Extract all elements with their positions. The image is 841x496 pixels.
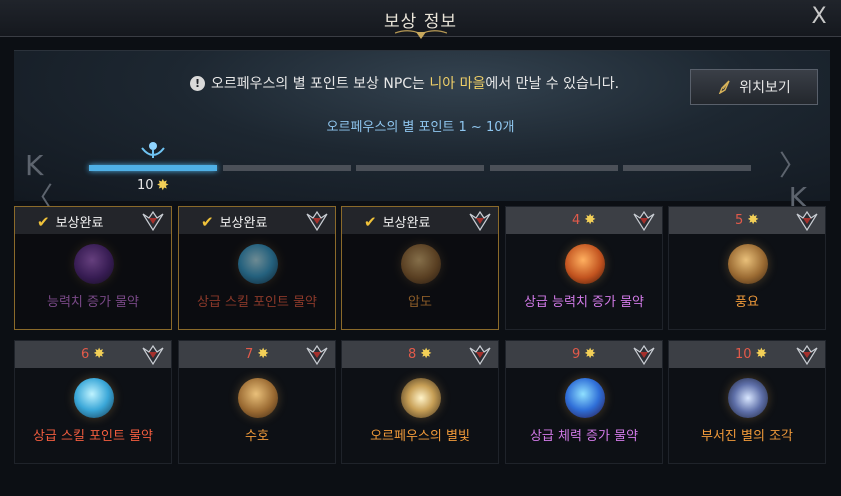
required-points-value: 10 (735, 346, 752, 362)
grade-emblem-icon (796, 344, 818, 366)
reward-item-name: 부서진 별의 조각 (701, 429, 793, 444)
star-point-icon: ✸ (420, 346, 433, 362)
reward-item-name: 상급 스킬 포인트 물약 (32, 429, 154, 444)
progress-segment-5[interactable] (623, 165, 751, 171)
star-orb-icon (401, 378, 441, 418)
rune-stone-icon (728, 244, 768, 284)
reward-card[interactable]: 6 ✸ 상급 스킬 포인트 물약 (14, 340, 172, 464)
reward-status: ✔ 보상완료 (364, 212, 431, 232)
reward-card[interactable]: 10 ✸ 부서진 별의 조각 (668, 340, 826, 464)
rune-stone-icon (401, 244, 441, 284)
reward-item-name: 상급 스킬 포인트 물약 (196, 295, 318, 310)
reward-item-name: 상급 능력치 증가 물약 (523, 295, 645, 310)
info-icon: ! (190, 75, 205, 91)
grade-emblem-icon (633, 210, 655, 232)
required-points-value: 9 (572, 346, 581, 362)
rune-stone-icon (238, 378, 278, 418)
required-points-value: 8 (408, 346, 417, 362)
required-points: 8 ✸ (408, 346, 432, 362)
required-points: 7 ✸ (245, 346, 269, 362)
reward-card[interactable]: ✔ 보상완료압도 (341, 206, 499, 330)
reward-card[interactable]: ✔ 보상완료능력치 증가 물약 (14, 206, 172, 330)
reward-card[interactable]: ✔ 보상완료상급 스킬 포인트 물약 (178, 206, 336, 330)
progress-marker-icon (141, 142, 165, 158)
grade-emblem-icon (796, 210, 818, 232)
grade-emblem-icon (633, 344, 655, 366)
reward-status: ✔ 보상완료 (201, 212, 268, 232)
close-button[interactable]: X (807, 5, 831, 29)
grade-emblem-icon (469, 344, 491, 366)
reward-card[interactable]: 4 ✸ 상급 능력치 증가 물약 (505, 206, 663, 330)
star-point-icon: ✸ (755, 346, 768, 362)
reward-card[interactable]: 7 ✸ 수호 (178, 340, 336, 464)
star-point-icon: ✸ (93, 346, 106, 362)
purple-potion-icon (74, 244, 114, 284)
progress-segment-2[interactable] (223, 165, 351, 171)
reward-item-name: 오르페우스의 별빛 (370, 429, 470, 444)
reward-item-name: 수호 (245, 429, 269, 444)
required-points: 9 ✸ (572, 346, 596, 362)
checkmark-icon: ✔ (364, 212, 377, 231)
reward-status-label: 보상완료 (55, 216, 104, 231)
grade-emblem-icon (142, 344, 164, 366)
reward-item-name: 상급 체력 증가 물약 (529, 429, 639, 444)
required-points: 4 ✸ (572, 212, 596, 228)
progress-segment-4[interactable] (490, 165, 618, 171)
next-page-arrow[interactable]: 〉K (763, 150, 807, 214)
checkmark-icon: ✔ (37, 212, 50, 231)
star-point-icon: ✸ (584, 346, 597, 362)
title-bar: 보상 정보 X (0, 0, 841, 39)
checkmark-icon: ✔ (201, 212, 214, 231)
location-button[interactable]: 위치보기 (690, 69, 818, 105)
notice-location-highlight: 니아 마을 (429, 76, 486, 92)
reward-status-label: 보상완료 (382, 216, 431, 231)
star-point-icon: ✸ (747, 212, 760, 228)
required-points-value: 7 (245, 346, 254, 362)
required-points: 5 ✸ (735, 212, 759, 228)
grade-emblem-icon (306, 210, 328, 232)
notice-text-after: 에서 만날 수 있습니다. (485, 76, 620, 92)
reward-status-label: 보상완료 (219, 216, 268, 231)
reward-item-name: 압도 (408, 295, 432, 310)
grade-emblem-icon (469, 210, 491, 232)
npc-notice: ! 오르페우스의 별 포인트 보상 NPC는 니아 마을에서 만날 수 있습니다… (190, 73, 619, 93)
star-point-icon: ✸ (584, 212, 597, 228)
progress-segment-3[interactable] (356, 165, 484, 171)
blue-flask-icon (238, 244, 278, 284)
star-shard-icon (728, 378, 768, 418)
location-button-label: 위치보기 (739, 80, 791, 96)
required-points-value: 5 (735, 212, 744, 228)
notice-text-before: 오르페우스의 별 포인트 보상 NPC는 (211, 76, 430, 92)
blue-flask-icon (74, 378, 114, 418)
title-ornament-icon (395, 30, 447, 39)
star-point-icon: ✸ (257, 346, 270, 362)
reward-status: ✔ 보상완료 (37, 212, 104, 232)
required-points: 10 ✸ (735, 346, 767, 362)
reward-card[interactable]: 5 ✸ 풍요 (668, 206, 826, 330)
compass-needle-icon (719, 80, 730, 94)
required-points: 6 ✸ (81, 346, 105, 362)
required-points-value: 4 (572, 212, 581, 228)
progress-segment-1[interactable] (89, 165, 217, 171)
reward-card[interactable]: 9 ✸ 상급 체력 증가 물약 (505, 340, 663, 464)
reward-card[interactable]: 8 ✸ 오르페우스의 별빛 (341, 340, 499, 464)
blue-potion-icon (565, 378, 605, 418)
prev-page-arrow[interactable]: K〈 (25, 150, 69, 214)
grade-emblem-icon (306, 344, 328, 366)
required-points-value: 6 (81, 346, 90, 362)
reward-item-name: 풍요 (735, 295, 759, 310)
star-point-icon: ✸ (156, 176, 170, 194)
orange-potion-icon (565, 244, 605, 284)
reward-item-name: 능력치 증가 물약 (47, 295, 139, 310)
point-range-label: 오르페우스의 별 포인트 1 ~ 10개 (326, 120, 515, 135)
current-points-value: 10 (137, 177, 154, 193)
current-points: 10 ✸ (137, 176, 169, 194)
grade-emblem-icon (142, 210, 164, 232)
